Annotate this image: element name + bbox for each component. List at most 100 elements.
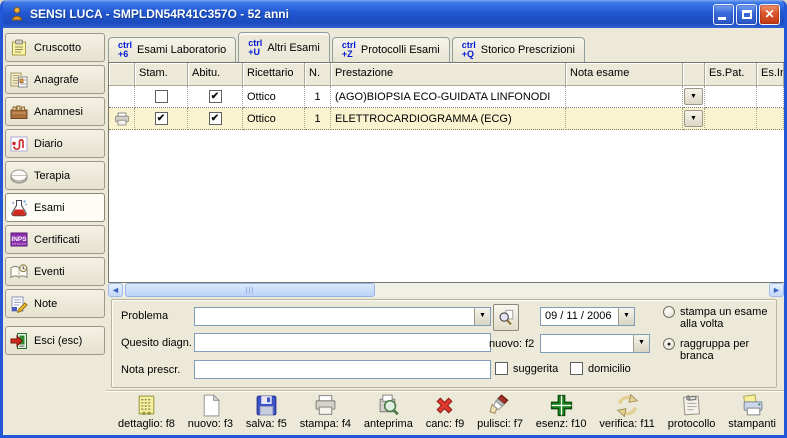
header-stam[interactable]: Stam. (135, 63, 188, 86)
search-button[interactable] (493, 304, 519, 331)
save-icon (254, 393, 279, 418)
header-ricettario[interactable]: Ricettario (243, 63, 305, 86)
quesito-input[interactable] (194, 333, 491, 352)
header-es-ir[interactable]: Es.Ir (757, 63, 784, 86)
archive-icon (9, 102, 29, 122)
close-button[interactable]: ✕ (759, 4, 780, 25)
canc-button[interactable]: canc: f9 (426, 393, 465, 430)
header-n[interactable]: N. (305, 63, 331, 86)
sidebar-item-certificati[interactable]: INPS Certificati (5, 225, 105, 254)
scrollbar-thumb[interactable] (125, 283, 375, 297)
stam-checkbox[interactable] (155, 90, 168, 103)
date-picker[interactable]: 09 / 11 / 2006 ▼ (540, 307, 635, 326)
checkbox-domicilio[interactable]: domicilio (570, 362, 631, 375)
checkbox-box (570, 362, 583, 375)
nota-prescr-input[interactable] (194, 360, 491, 379)
checkbox-suggerita[interactable]: suggerita (495, 362, 558, 375)
sidebar-item-label: Anamnesi (34, 106, 83, 118)
titlebar: SENSI LUCA - SMPLDN54R41C357O - 52 anni … (3, 0, 784, 28)
chevron-down-icon[interactable]: ▼ (474, 308, 490, 325)
tab-shortcut: ctrl+6 (118, 41, 132, 59)
header-nota-esame[interactable]: Nota esame (566, 63, 683, 86)
protocol-clip-icon (679, 393, 704, 418)
maximize-button[interactable] (736, 4, 757, 25)
esenz-button[interactable]: esenz: f10 (536, 393, 587, 430)
dettaglio-button[interactable]: dettaglio: f8 (118, 393, 175, 430)
table-row[interactable]: ✔ Ottico 1 (AGO)BIOPSIA ECO-GUIDATA LINF… (109, 86, 784, 108)
sidebar-item-label: Esami (34, 202, 65, 214)
radio-circle: ● (663, 338, 675, 350)
sidebar-item-eventi[interactable]: Eventi (5, 257, 105, 286)
sidebar: Cruscotto Anagrafe Anamnesi (4, 33, 106, 358)
sidebar-item-anagrafe[interactable]: Anagrafe (5, 65, 105, 94)
anteprima-button[interactable]: anteprima (364, 393, 413, 430)
exit-icon (9, 331, 29, 351)
horizontal-scrollbar[interactable]: ◄ ► (108, 283, 784, 297)
es-pat-cell (705, 86, 757, 108)
abitu-checkbox[interactable]: ✔ (209, 90, 222, 103)
minimize-button[interactable] (713, 4, 734, 25)
sidebar-item-esci[interactable]: Esci (esc) (5, 326, 105, 355)
header-prestazione[interactable]: Prestazione (331, 63, 566, 86)
problema-value (195, 308, 474, 325)
problema-combo[interactable]: ▼ (194, 307, 491, 326)
search-icon (497, 309, 515, 327)
tab-esami-laboratorio[interactable]: ctrl+6 Esami Laboratorio (108, 37, 236, 62)
header-icon-column[interactable] (109, 63, 135, 86)
row-status-cell (109, 86, 135, 108)
tab-shortcut: ctrl+Z (342, 41, 356, 59)
tab-label: Esami Laboratorio (137, 44, 226, 56)
chevron-down-icon[interactable]: ▼ (618, 308, 634, 325)
client-area: Cruscotto Anagrafe Anamnesi (3, 28, 784, 435)
toolbar-label: salva: f5 (246, 418, 287, 430)
radio-stampa-un-esame[interactable]: stampa un esame alla volta (663, 306, 775, 330)
sidebar-item-label: Certificati (34, 234, 80, 246)
sidebar-item-esami[interactable]: Esami (5, 193, 105, 222)
sidebar-item-diario[interactable]: Diario (5, 129, 105, 158)
nuovo-combo[interactable]: ▼ (540, 334, 650, 353)
salva-button[interactable]: salva: f5 (246, 393, 287, 430)
sidebar-item-label: Anagrafe (34, 74, 79, 86)
patient-icon (9, 6, 25, 22)
pulisci-button[interactable]: pulisci: f7 (477, 393, 523, 430)
tab-altri-esami[interactable]: ctrl+U Altri Esami (238, 32, 330, 62)
nota-dropdown-button[interactable]: ▼ (684, 88, 703, 105)
table-header-row: Stam. Abitu. Ricettario N. Prestazione N… (109, 63, 784, 86)
scroll-right-button[interactable]: ► (769, 283, 784, 297)
problema-label: Problema (121, 310, 168, 322)
es-ir-cell (757, 108, 784, 130)
print-icon (313, 393, 338, 418)
nuovo-button[interactable]: nuovo: f3 (188, 393, 233, 430)
stam-checkbox[interactable]: ✔ (155, 112, 168, 125)
tab-protocolli-esami[interactable]: ctrl+Z Protocolli Esami (332, 37, 450, 62)
sidebar-item-anamnesi[interactable]: Anamnesi (5, 97, 105, 126)
toolbar-label: verifica: f11 (599, 418, 654, 430)
sidebar-item-note[interactable]: Note (5, 289, 105, 318)
stampa-button[interactable]: stampa: f4 (300, 393, 351, 430)
table-row-selected[interactable]: ✔ ✔ Ottico 1 ELETTROCARDIOGRAMMA (ECG) ▼ (109, 108, 784, 130)
sidebar-item-label: Cruscotto (34, 42, 81, 54)
tab-storico-prescrizioni[interactable]: ctrl+Q Storico Prescrizioni (452, 37, 585, 62)
chevron-down-icon[interactable]: ▼ (633, 335, 649, 352)
nota-dropdown-button[interactable]: ▼ (684, 110, 703, 127)
header-dropdown-column[interactable] (683, 63, 705, 86)
row-status-cell (109, 108, 135, 130)
header-es-pat[interactable]: Es.Pat. (705, 63, 757, 86)
ricettario-cell: Ottico (243, 86, 305, 108)
nota-dropdown-cell: ▼ (683, 108, 705, 130)
sidebar-item-terapia[interactable]: Terapia (5, 161, 105, 190)
application-window: SENSI LUCA - SMPLDN54R41C357O - 52 anni … (0, 0, 787, 438)
verifica-button[interactable]: verifica: f11 (599, 393, 654, 430)
scroll-left-button[interactable]: ◄ (108, 283, 123, 297)
checkbox-label: suggerita (513, 363, 558, 375)
abitu-checkbox[interactable]: ✔ (209, 112, 222, 125)
tab-label: Altri Esami (267, 42, 320, 54)
header-abitu[interactable]: Abitu. (188, 63, 243, 86)
sidebar-item-cruscotto[interactable]: Cruscotto (5, 33, 105, 62)
radio-raggruppa-per-branca[interactable]: ● raggruppa per branca (663, 338, 779, 362)
details-icon (134, 393, 159, 418)
protocollo-button[interactable]: protocollo (668, 393, 716, 430)
prestazione-cell: ELETTROCARDIOGRAMMA (ECG) (331, 108, 566, 130)
stampanti-button[interactable]: stampanti (728, 393, 776, 430)
radio-label: raggruppa per branca (680, 338, 779, 362)
